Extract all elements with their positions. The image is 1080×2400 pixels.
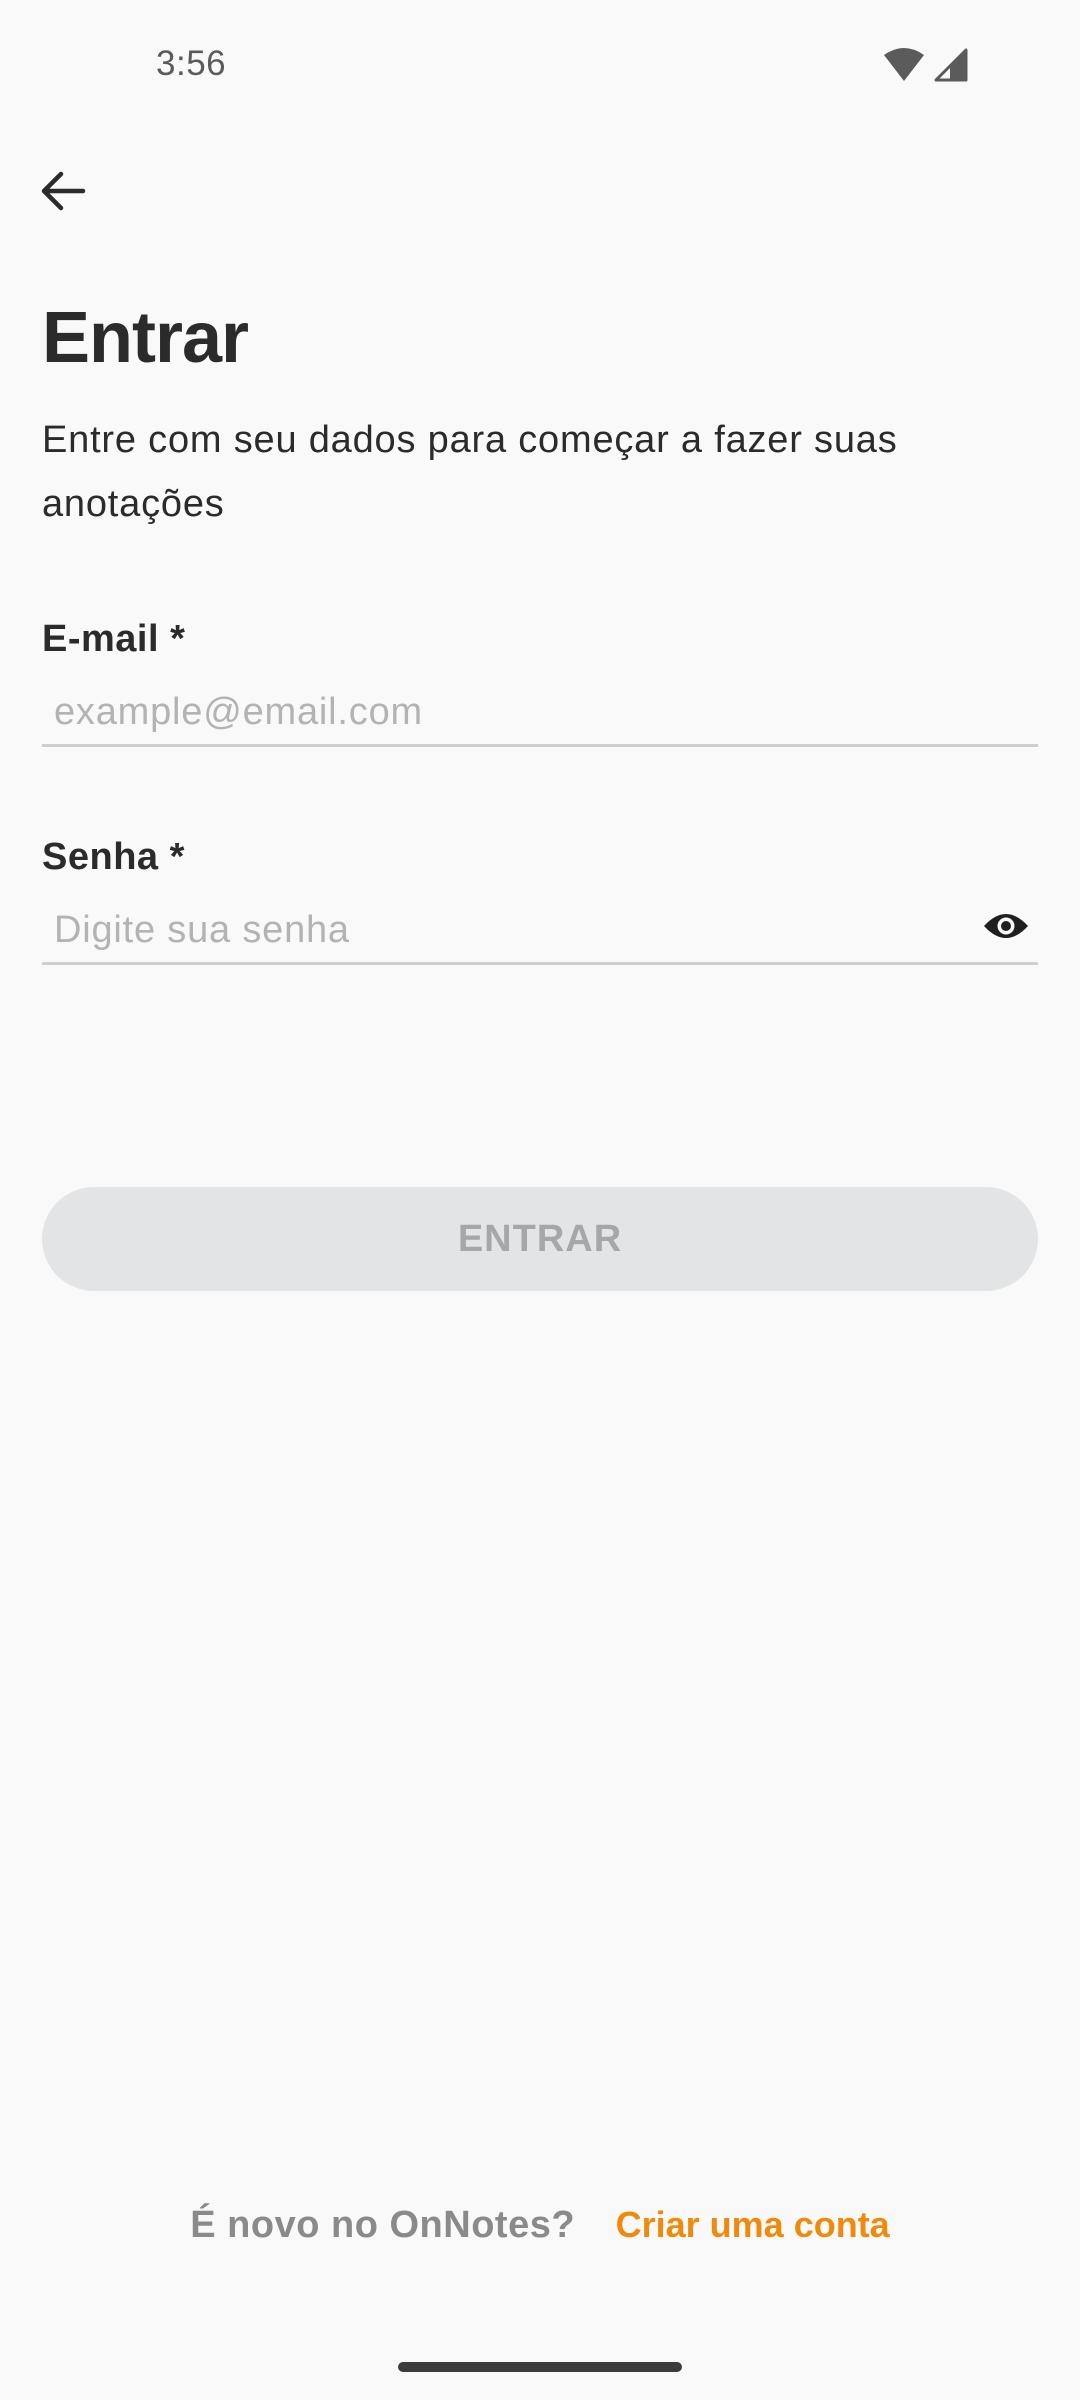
password-label: Senha *: [42, 836, 185, 878]
email-input-row: [42, 680, 1038, 747]
cellular-signal-icon: [934, 48, 968, 87]
password-input[interactable]: [42, 900, 1038, 960]
email-input[interactable]: [42, 682, 1038, 742]
email-field-group: E-mail *: [42, 620, 1038, 747]
arrow-left-icon: [39, 169, 87, 218]
home-indicator[interactable]: [398, 2362, 682, 2372]
back-button[interactable]: [30, 160, 96, 226]
eye-icon: [982, 910, 1030, 947]
password-field-group: Senha *: [42, 838, 1038, 965]
status-bar: 3:56: [0, 0, 1080, 120]
email-label: E-mail *: [42, 618, 186, 660]
page-subtitle: Entre com seu dados para começar a fazer…: [42, 419, 898, 525]
status-time: 3:56: [156, 44, 227, 83]
password-visibility-toggle[interactable]: [978, 904, 1034, 952]
wifi-icon: [884, 48, 924, 87]
signup-row: É novo no OnNotes? Criar uma conta: [0, 2204, 1080, 2247]
password-input-row: [42, 898, 1038, 965]
status-icons: [884, 48, 968, 87]
login-button[interactable]: ENTRAR: [42, 1187, 1038, 1291]
page-title: Entrar: [42, 298, 249, 378]
create-account-link[interactable]: Criar uma conta: [616, 2204, 890, 2245]
signup-prompt: É novo no OnNotes?: [190, 2204, 576, 2246]
